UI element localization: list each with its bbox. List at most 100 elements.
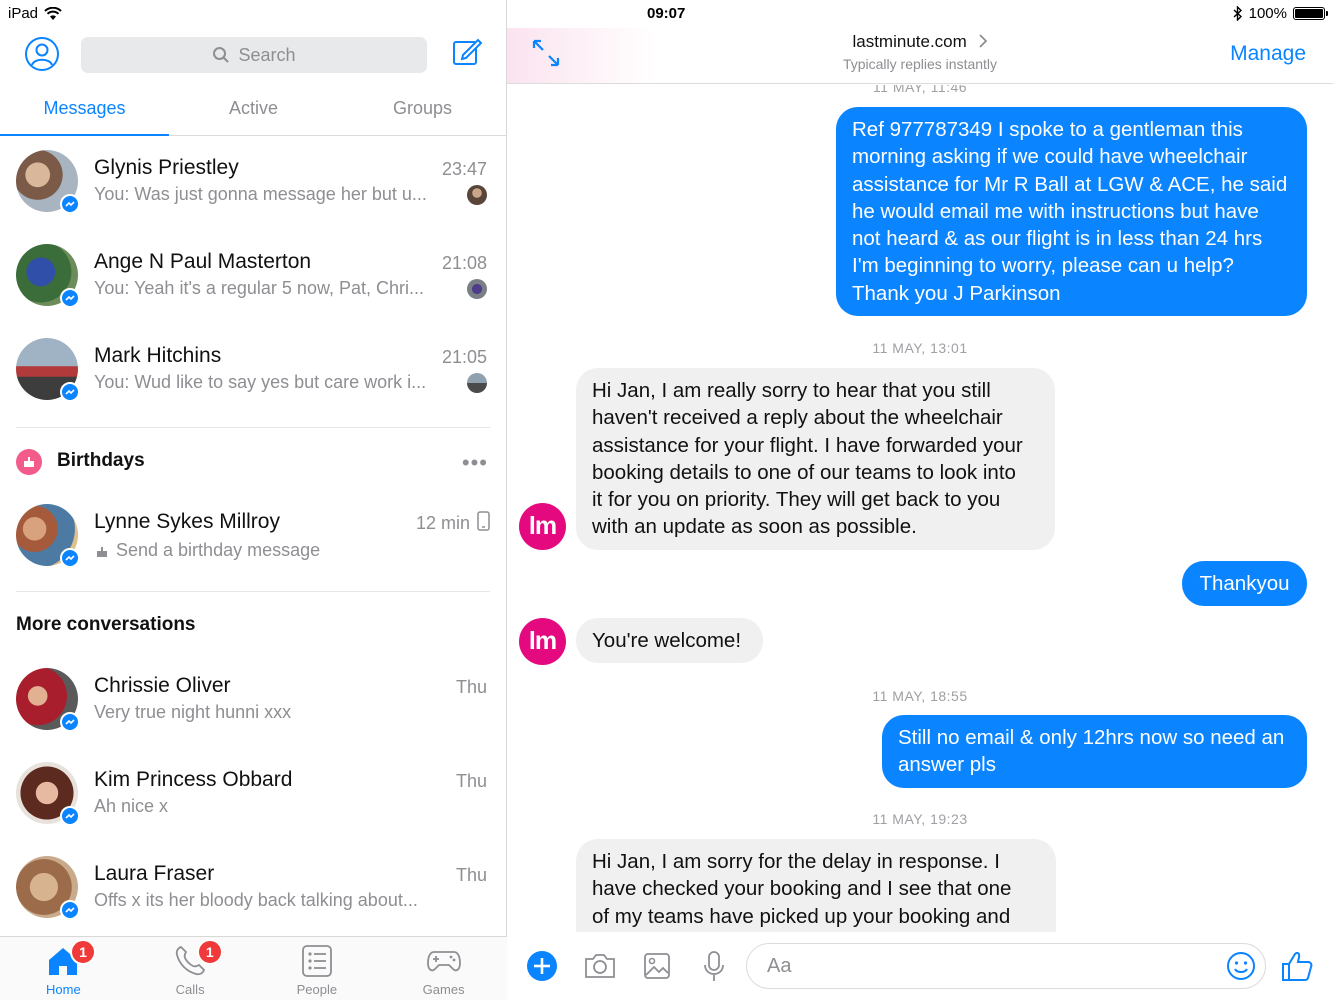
chat-panel: lastminute.com Typically replies instant…: [507, 0, 1333, 1000]
compose-icon[interactable]: [451, 36, 483, 68]
birthday-cake-icon: [16, 449, 42, 475]
bottom-tab-bar: 1 Home 1 Calls People Games: [0, 936, 507, 1000]
conversation-time: 21:05: [441, 347, 487, 367]
search-placeholder: Search: [238, 44, 296, 65]
conversation-name: Ange N Paul Masterton: [94, 250, 312, 273]
conversation-preview: You: Was just gonna message her but u...: [94, 184, 427, 204]
message-bubble-received[interactable]: Hi Jan, I am really sorry to hear that y…: [576, 368, 1055, 550]
conversation-time: Thu: [455, 865, 487, 885]
conversation-time: 23:47: [441, 159, 487, 179]
conversation-name: Glynis Priestley: [94, 156, 239, 179]
divider: [16, 591, 490, 592]
conversation-row-laura-fraser[interactable]: Laura Fraser Thu Offs x its her bloody b…: [0, 856, 507, 946]
notification-badge: 1: [70, 939, 96, 965]
conversation-list-panel: Search Messages Active Groups Glynis Pri…: [0, 0, 507, 1000]
thumbs-up-icon[interactable]: [1280, 949, 1314, 983]
seen-avatar: [467, 279, 487, 299]
more-options-button[interactable]: •••: [462, 450, 488, 476]
people-list-icon: [301, 945, 332, 977]
microphone-icon[interactable]: [697, 949, 731, 983]
message-bubble-received[interactable]: Hi Jan, I am sorry for the delay in resp…: [576, 839, 1056, 932]
conversation-row-kim-princess-obbard[interactable]: Kim Princess Obbard Thu Ah nice x: [0, 762, 507, 852]
tab-people[interactable]: People: [254, 937, 381, 1000]
conversation-row-mark-hitchins[interactable]: Mark Hitchins 21:05 You: Wud like to say…: [0, 338, 507, 428]
tab-label: Calls: [175, 982, 205, 997]
mobile-phone-icon: [477, 511, 490, 531]
message-composer: Aa: [507, 932, 1333, 1000]
conversation-time: 21:08: [441, 253, 487, 273]
status-right: 100%: [1233, 5, 1328, 22]
tab-calls[interactable]: 1 Calls: [127, 937, 254, 1000]
message-thread: 11 MAY, 11:46 Ref 977787349 I spoke to a…: [507, 85, 1333, 932]
message-input[interactable]: Aa: [746, 943, 1266, 989]
conversation-row-glynis-priestley[interactable]: Glynis Priestley 23:47 You: Was just gon…: [0, 150, 507, 240]
conversation-preview: Very true night hunni xxx: [94, 702, 292, 722]
bluetooth-icon: [1233, 6, 1242, 21]
lastminute-avatar[interactable]: lm: [519, 618, 566, 665]
tab-home[interactable]: 1 Home: [0, 937, 127, 1000]
lastminute-avatar[interactable]: lm: [519, 503, 566, 550]
manage-button[interactable]: Manage: [1230, 42, 1306, 66]
gamepad-icon: [426, 951, 461, 972]
notification-badge: 1: [196, 939, 223, 965]
chat-subtitle: Typically replies instantly: [842, 56, 998, 72]
timestamp: 11 MAY, 18:55: [872, 688, 968, 704]
messenger-badge-icon: [60, 900, 80, 920]
tab-groups[interactable]: Groups: [338, 84, 507, 135]
tab-label: People: [296, 982, 338, 997]
birthday-prompt[interactable]: Send a birthday message: [116, 540, 484, 561]
conversation-preview: You: Wud like to say yes but care work i…: [94, 372, 427, 392]
timestamp: 11 MAY, 11:46: [872, 85, 968, 95]
message-bubble-sent[interactable]: Ref 977787349 I spoke to a gentleman thi…: [836, 107, 1307, 317]
emoji-icon[interactable]: [1225, 950, 1257, 982]
seen-avatar: [467, 373, 487, 393]
search-input[interactable]: Search: [81, 37, 427, 73]
conversation-name: Mark Hitchins: [94, 344, 222, 367]
tab-games[interactable]: Games: [380, 937, 507, 1000]
conversation-time: Thu: [455, 677, 487, 697]
birthday-row-lynne-sykes-millroy[interactable]: Lynne Sykes Millroy 12 min Send a birthd…: [0, 504, 507, 594]
chevron-right-icon: [978, 34, 987, 48]
conversation-preview: You: Yeah it's a regular 5 now, Pat, Chr…: [94, 278, 424, 298]
messenger-badge-icon: [60, 194, 80, 214]
tab-active[interactable]: Active: [169, 84, 338, 135]
messenger-badge-icon: [60, 712, 80, 732]
plus-icon[interactable]: [525, 949, 559, 983]
profile-icon[interactable]: [24, 36, 60, 72]
conversation-row-ange-n-paul-masterton[interactable]: Ange N Paul Masterton 21:08 You: Yeah it…: [0, 244, 507, 334]
conversation-name: Kim Princess Obbard: [94, 768, 293, 791]
tab-messages[interactable]: Messages: [0, 84, 169, 136]
conversation-preview: Offs x its her bloody back talking about…: [94, 890, 418, 910]
chat-title-text: lastminute.com: [852, 32, 967, 51]
battery-icon: [1293, 7, 1328, 20]
more-conversations-heading: More conversations: [16, 614, 196, 635]
chat-header: lastminute.com Typically replies instant…: [507, 28, 1333, 84]
status-time: 09:07: [647, 5, 686, 22]
chat-title[interactable]: lastminute.com: [507, 32, 1333, 52]
last-active-time: 12 min: [415, 513, 470, 533]
list-header: Search: [0, 28, 507, 80]
messenger-badge-icon: [60, 548, 80, 568]
search-icon: [213, 47, 230, 63]
conversation-time: Thu: [455, 771, 487, 791]
tab-label: Home: [46, 982, 81, 997]
timestamp: 11 MAY, 13:01: [872, 340, 968, 356]
messenger-badge-icon: [60, 806, 80, 826]
image-icon[interactable]: [640, 949, 674, 983]
message-bubble-sent[interactable]: Thankyou: [1182, 561, 1307, 607]
conversation-name: Laura Fraser: [94, 862, 215, 885]
message-bubble-sent[interactable]: Still no email & only 12hrs now so need …: [882, 715, 1307, 788]
messenger-badge-icon: [60, 288, 80, 308]
message-input-placeholder: Aa: [767, 955, 792, 977]
status-left: iPad: [8, 5, 62, 22]
device-label: iPad: [8, 5, 39, 22]
message-bubble-received[interactable]: You're welcome!: [576, 618, 763, 664]
camera-icon[interactable]: [583, 949, 617, 983]
conversation-row-chrissie-oliver[interactable]: Chrissie Oliver Thu Very true night hunn…: [0, 668, 507, 758]
status-bar: iPad 09:07 100%: [0, 0, 1333, 28]
seen-avatar: [467, 185, 487, 205]
conversation-preview: Ah nice x: [94, 796, 169, 816]
conversation-name: Chrissie Oliver: [94, 674, 231, 697]
wifi-icon: [44, 6, 62, 20]
list-tabs: Messages Active Groups: [0, 84, 507, 136]
